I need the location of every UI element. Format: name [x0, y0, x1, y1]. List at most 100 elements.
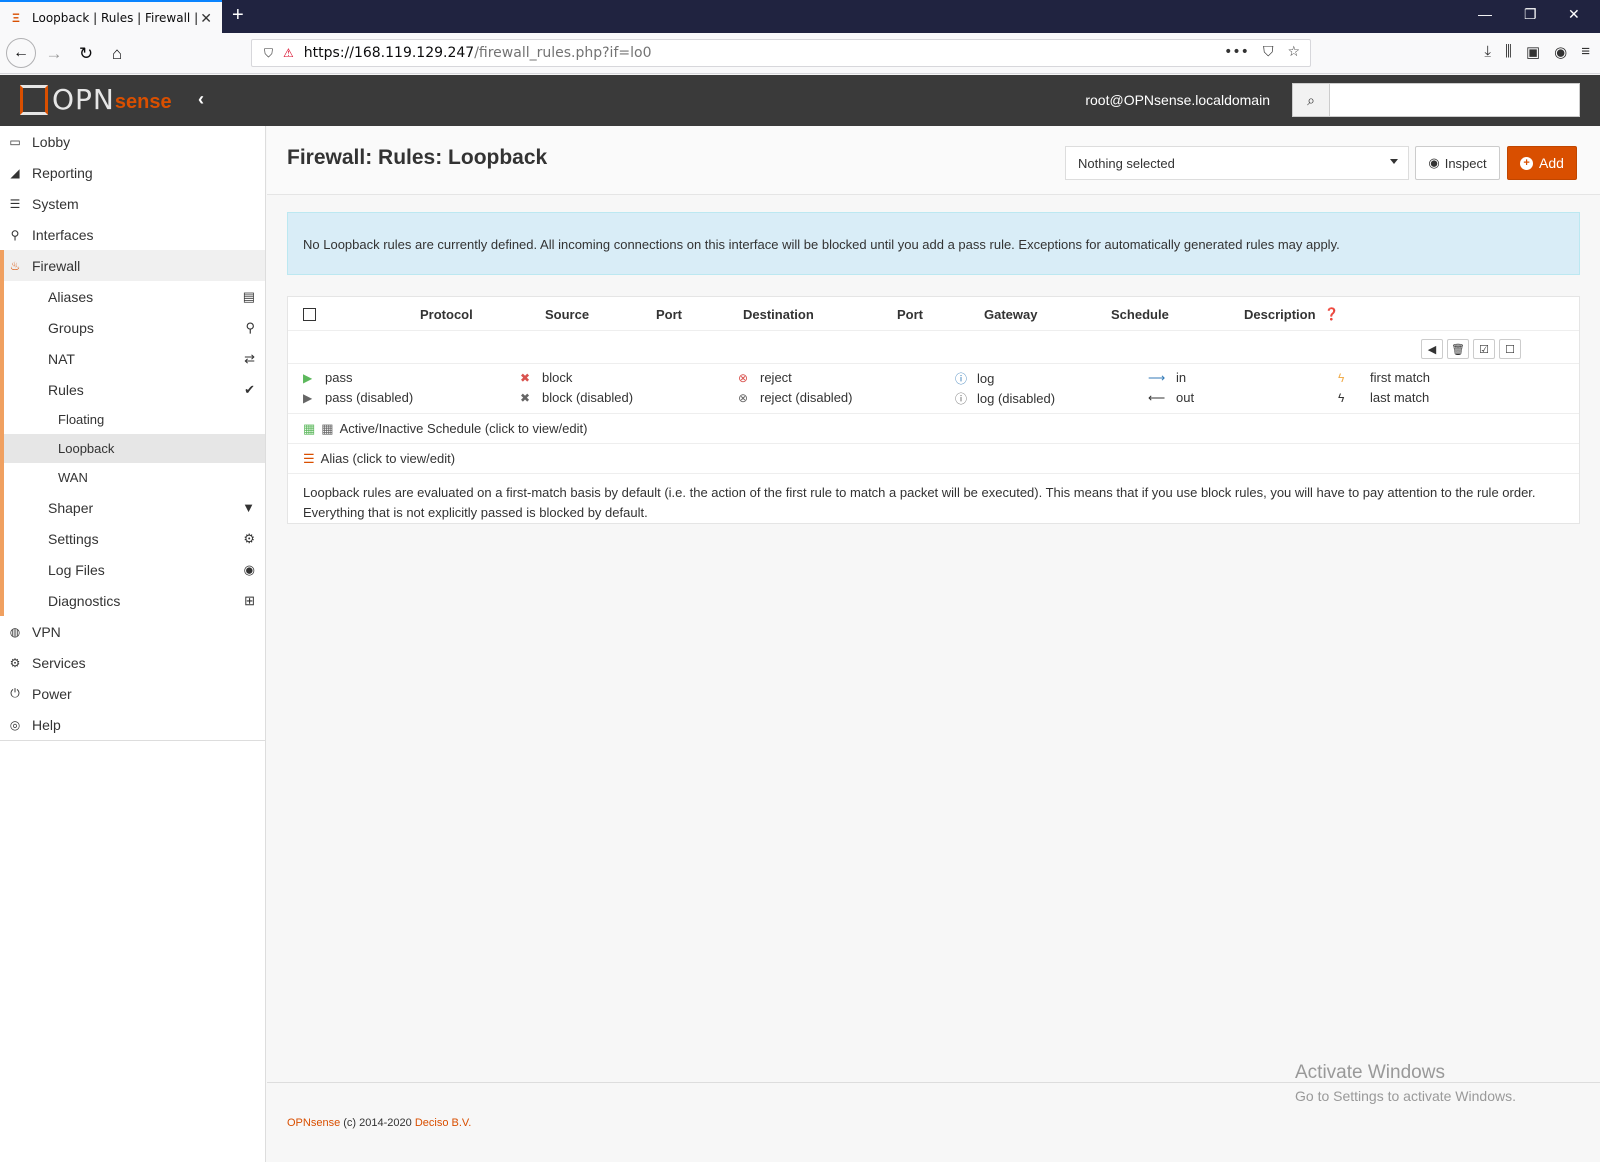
check-square-icon[interactable]: ☑	[1473, 339, 1495, 359]
footer-text: OPNsense (c) 2014-2020 Deciso B.V.	[287, 1117, 471, 1129]
calendar-active-icon: ▦	[303, 420, 316, 436]
sidebar-item-label: NAT	[48, 350, 75, 367]
reload-icon[interactable]: ↻	[74, 42, 98, 66]
arrow-left-icon[interactable]: ◀	[1421, 339, 1443, 359]
filter-icon: ▼	[242, 500, 255, 515]
user-label[interactable]: root@OPNsense.localdomain	[1085, 92, 1270, 108]
legend-label: log (disabled)	[977, 391, 1056, 406]
browser-navbar: ← → ↻ ⌂ ⛉ ⚠ https://168.119.129.247/fire…	[0, 33, 1600, 74]
footer-company-link[interactable]: Deciso B.V.	[415, 1117, 471, 1129]
sidebar-item-label: Interfaces	[32, 226, 94, 243]
eye-icon: ◉	[243, 561, 255, 577]
sidebar-item-label: System	[32, 195, 79, 212]
inspect-button[interactable]: ◉ Inspect	[1415, 146, 1500, 180]
sidebar-item-label: Floating	[58, 412, 105, 427]
sidebar-item-floating[interactable]: Floating	[0, 405, 265, 434]
sidebar-item-loopback[interactable]: Loopback	[0, 434, 265, 463]
downloads-icon[interactable]: ⤓	[1484, 43, 1491, 61]
logo-text-sense: sense	[114, 91, 172, 113]
pocket-icon[interactable]: ⛉	[1263, 44, 1274, 60]
search-icon[interactable]: ⌕	[1292, 83, 1330, 117]
new-tab-icon[interactable]: +	[232, 4, 244, 27]
sidebar-item-nat[interactable]: NAT ⇄	[0, 343, 265, 374]
opnsense-logo[interactable]: OPN sense	[20, 83, 172, 116]
column-header: Source	[545, 307, 590, 322]
sidebar-item-label: Aliases	[48, 288, 94, 305]
menu-icon[interactable]: ≡	[1581, 43, 1590, 61]
search-input[interactable]	[1330, 83, 1580, 117]
sidebar-item-aliases[interactable]: Aliases ▤	[0, 281, 265, 312]
sidebar-item-wan[interactable]: WAN	[0, 463, 265, 492]
logo-mark-icon	[20, 84, 48, 115]
sidebar-item-rules[interactable]: Rules ✔	[0, 374, 265, 405]
calendar-inactive-icon: ▦	[321, 420, 334, 436]
legend-pass-disabled: ▶ pass (disabled)	[303, 390, 413, 405]
plus-circle-icon: +	[1520, 156, 1534, 170]
sidebar-item-shaper[interactable]: Shaper ▼	[0, 492, 265, 523]
alias-legend: ☰ Alias (click to view/edit)	[288, 444, 1579, 474]
add-button[interactable]: + Add	[1507, 146, 1577, 180]
legend-label: log	[977, 371, 995, 386]
sidebar-item-power[interactable]: ⏻ Power	[0, 678, 265, 709]
cog-icon: ⚙	[9, 655, 21, 670]
question-circle-icon[interactable]: ❓	[1324, 307, 1339, 321]
schedule-legend-label: Active/Inactive Schedule (click to view/…	[339, 421, 588, 436]
life-ring-icon: ◎	[9, 717, 21, 732]
bookmark-star-icon[interactable]: ☆	[1287, 44, 1300, 60]
table-header: Protocol Source Port Destination Port Ga…	[288, 297, 1579, 331]
browser-tab[interactable]: Ξ Loopback | Rules | Firewall | OPNsense…	[0, 0, 222, 33]
main-content: Firewall: Rules: Loopback Nothing select…	[267, 126, 1600, 1162]
account-icon[interactable]: ◉	[1554, 43, 1567, 61]
column-header: Schedule	[1111, 307, 1169, 322]
back-icon[interactable]: ←	[6, 38, 36, 68]
sidebar-item-system[interactable]: ☰ System	[0, 188, 265, 219]
windows-activation-watermark: Activate Windows Go to Settings to activ…	[1295, 1062, 1516, 1104]
square-icon[interactable]: ☐	[1499, 339, 1521, 359]
cogs-icon: ⚙	[243, 530, 255, 546]
library-icon[interactable]: ⫼	[1505, 43, 1512, 61]
sidebar-item-label: Lobby	[32, 133, 71, 150]
sidebar-item-label: VPN	[32, 623, 61, 640]
collapse-sidebar-icon[interactable]: ‹	[198, 89, 204, 110]
sidebar-item-reporting[interactable]: ◢ Reporting	[0, 157, 265, 188]
sidebar-item-label: Log Files	[48, 561, 105, 578]
fire-icon: ♨	[9, 258, 21, 273]
legend-label: out	[1176, 390, 1195, 405]
schedule-legend: ▦ ▦ Active/Inactive Schedule (click to v…	[288, 414, 1579, 444]
sidebar-item-groups[interactable]: Groups ⚲	[0, 312, 265, 343]
legend-log-disabled: ⓘ log (disabled)	[955, 390, 1055, 407]
sidebar-item-firewall[interactable]: ♨ Firewall	[0, 250, 265, 281]
sidebar-item-label: Settings	[48, 530, 99, 547]
sidebar-toggle-icon[interactable]: ▣	[1526, 43, 1540, 61]
select-all-checkbox[interactable]	[303, 308, 316, 324]
home-icon[interactable]: ⌂	[105, 42, 129, 66]
sidebar-item-services[interactable]: ⚙ Services	[0, 647, 265, 678]
sidebar-item-lobby[interactable]: ▭ Lobby	[0, 126, 265, 157]
url-bar[interactable]: ⛉ ⚠ https://168.119.129.247/firewall_rul…	[251, 39, 1311, 67]
close-window-icon[interactable]: ✕	[1568, 6, 1580, 23]
forward-icon[interactable]: →	[42, 42, 66, 66]
interface-select[interactable]: Nothing selected	[1065, 146, 1409, 180]
shield-icon: ⛉	[264, 45, 274, 60]
sidebar-item-label: Loopback	[58, 441, 115, 456]
sidebar-item-diagnostics[interactable]: Diagnostics ⊞	[0, 585, 265, 616]
close-tab-icon[interactable]: ✕	[200, 10, 212, 27]
restore-icon[interactable]: ❐	[1524, 6, 1537, 23]
bolt-icon: ϟ	[1338, 390, 1345, 405]
sidebar-item-settings[interactable]: Settings ⚙	[0, 523, 265, 554]
minimize-icon[interactable]: —	[1478, 6, 1492, 22]
legend-label: reject (disabled)	[760, 390, 853, 405]
trash-icon[interactable]: 🗑	[1447, 339, 1469, 359]
page-actions-icon[interactable]: •••	[1224, 44, 1249, 60]
sidebar-item-interfaces[interactable]: ⚲ Interfaces	[0, 219, 265, 250]
sidebar-item-label: Diagnostics	[48, 592, 121, 609]
sidebar-item-vpn[interactable]: ◍ VPN	[0, 616, 265, 647]
select-value: Nothing selected	[1078, 156, 1175, 171]
footer-brand-link[interactable]: OPNsense	[287, 1117, 340, 1129]
legend-reject: ⊗ reject	[738, 370, 792, 385]
sidebar-item-log-files[interactable]: Log Files ◉	[0, 554, 265, 585]
sidebar-item-help[interactable]: ◎ Help	[0, 709, 265, 740]
times-circle-icon: ⊗	[738, 370, 749, 385]
sidebar-item-label: WAN	[58, 470, 88, 485]
page-title: Firewall: Rules: Loopback	[287, 146, 548, 169]
